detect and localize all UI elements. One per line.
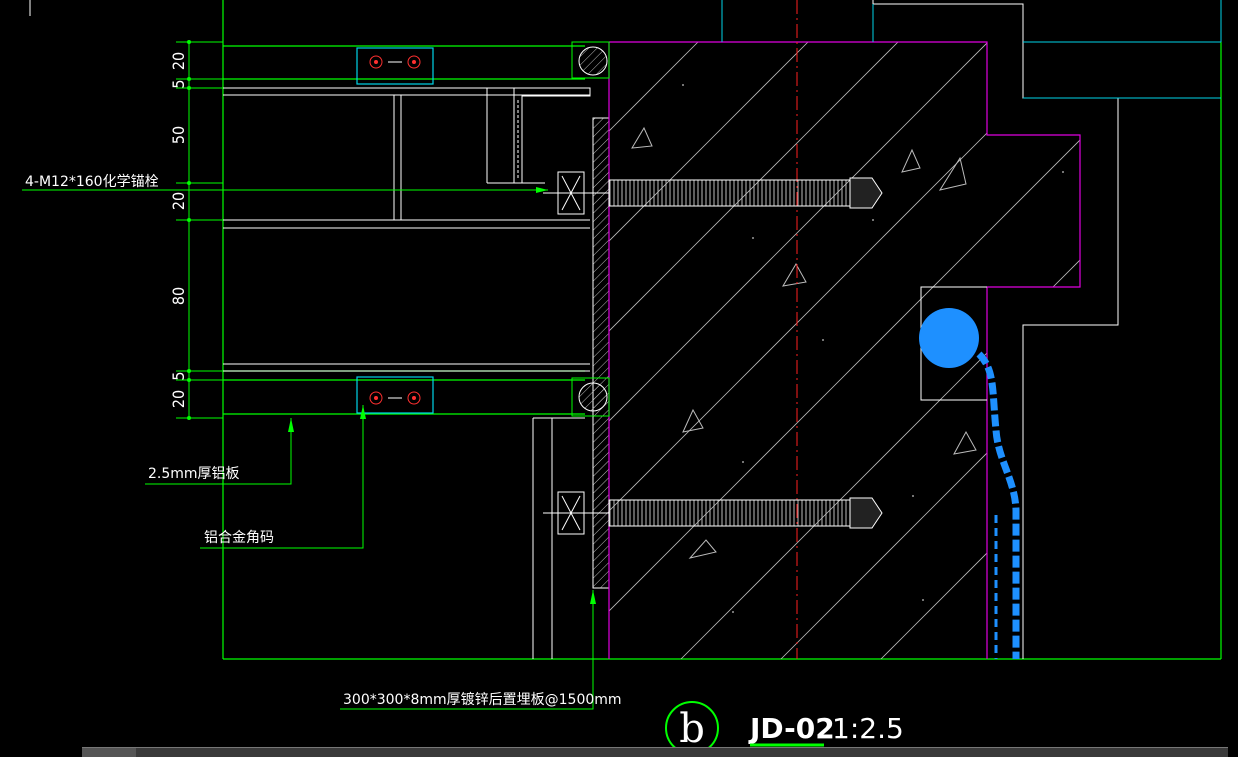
cad-drawing: 20 5 50 20 80 5 20 4-M12*160化学锚栓 2.5mm厚铝…	[22, 0, 1222, 755]
detail-id: JD-02	[748, 712, 835, 745]
callout-anchor-bolt-text: 4-M12*160化学锚栓	[25, 174, 159, 190]
dim-label-1: 20	[169, 52, 188, 70]
dim-label-2: 5	[169, 79, 188, 88]
embed-plate	[592, 117, 610, 589]
steel-frame	[223, 87, 591, 659]
callout-embed-plate: 300*300*8mm厚镀锌后置埋板@1500mm	[340, 590, 622, 710]
callout-angle-code-text: 铝合金角码	[204, 530, 274, 546]
callout-embed-plate-text: 300*300*8mm厚镀锌后置埋板@1500mm	[343, 691, 622, 708]
callout-anchor-bolt: 4-M12*160化学锚栓	[22, 174, 548, 193]
outer-frame	[222, 0, 1222, 660]
detail-scale: 1:2.5	[832, 712, 904, 745]
detail-bubble-letter: b	[679, 706, 705, 752]
dimension-chain	[176, 41, 223, 419]
dim-label-7: 20	[169, 390, 188, 408]
sealant-upper	[571, 41, 610, 79]
dim-label-3: 50	[169, 126, 188, 144]
aluminum-panels	[223, 45, 585, 415]
dim-label-5: 80	[169, 287, 188, 305]
dim-label-6: 5	[169, 371, 188, 380]
dim-label-4: 20	[169, 192, 188, 210]
callout-aluminum-plate-text: 2.5mm厚铝板	[148, 466, 240, 482]
callout-aluminum-plate: 2.5mm厚铝板	[145, 418, 294, 485]
angle-code-lower	[356, 376, 434, 414]
